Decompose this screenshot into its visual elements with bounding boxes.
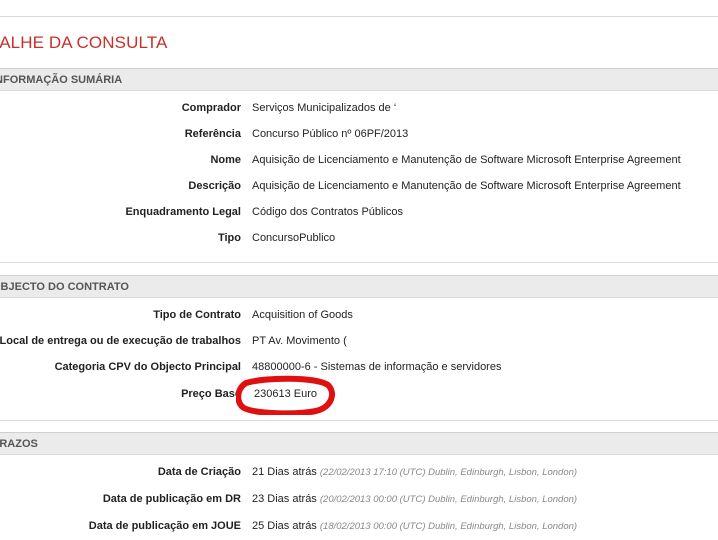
- row-label: Local de entrega ou de execução de traba…: [0, 335, 241, 347]
- detail-row-delivery-location: Local de entrega ou de execução de traba…: [0, 333, 718, 349]
- absolute-date: (20/02/2013 00:00 (UTC) Dublin, Edinburg…: [319, 494, 578, 505]
- relative-date: 25 Dias atrás: [252, 520, 317, 532]
- row-value: 25 Dias atrás (18/02/2013 00:00 (UTC) Du…: [252, 518, 577, 535]
- detail-row-name: Nome Aquisição de Licenciamento e Manute…: [0, 152, 718, 168]
- row-label: Tipo de Contrato: [153, 309, 241, 321]
- row-label: Descrição: [188, 180, 241, 192]
- row-label: Referência: [184, 128, 241, 140]
- detail-row-description: Descrição Aquisição de Licenciamento e M…: [0, 178, 718, 194]
- page-title: TALHE DA CONSULTA: [0, 33, 168, 52]
- row-label: Data de publicação em DR: [102, 493, 241, 505]
- row-label: Nome: [210, 154, 241, 166]
- row-label: Enquadramento Legal: [125, 206, 241, 218]
- section-header-summary: INFORMAÇÃO SUMÁRIA: [0, 68, 718, 91]
- row-value: Aquisição de Licenciamento e Manutenção …: [252, 154, 681, 166]
- row-value: Acquisition of Goods: [252, 309, 353, 321]
- row-label: Data de Criação: [157, 466, 241, 478]
- section-divider: [0, 262, 718, 263]
- detail-row-joue-publication: Data de publicação em JOUE 25 Dias atrás…: [0, 518, 718, 534]
- row-label: Data de publicação em JOUE: [88, 520, 241, 532]
- section-title-summary: INFORMAÇÃO SUMÁRIA: [0, 74, 123, 86]
- detail-row-type: Tipo ConcursoPublico: [0, 230, 718, 246]
- detail-row-contract-type: Tipo de Contrato Acquisition of Goods: [0, 307, 718, 323]
- row-value: 23 Dias atrás (20/02/2013 00:00 (UTC) Du…: [252, 491, 577, 508]
- row-value: 21 Dias atrás (22/02/2013 17:10 (UTC) Du…: [252, 464, 577, 481]
- detail-row-creation-date: Data de Criação 21 Dias atrás (22/02/201…: [0, 464, 718, 480]
- row-value: Concurso Público nº 06PF/2013: [252, 128, 409, 140]
- absolute-date: (18/02/2013 00:00 (UTC) Dublin, Edinburg…: [319, 521, 578, 532]
- detail-row-cpv-category: Categoria CPV do Objecto Principal 48800…: [0, 359, 718, 375]
- detail-row-reference: Referência Concurso Público nº 06PF/2013: [0, 126, 718, 142]
- detail-row-dr-publication: Data de publicação em DR 23 Dias atrás (…: [0, 491, 718, 507]
- base-price-value: 230613 Euro: [254, 388, 317, 400]
- consultation-detail-page: TALHE DA CONSULTA INFORMAÇÃO SUMÁRIA Com…: [0, 0, 718, 540]
- detail-row-legal-framework: Enquadramento Legal Código dos Contratos…: [0, 204, 718, 220]
- row-value: Aquisição de Licenciamento e Manutenção …: [252, 180, 681, 192]
- row-value: PT Av. Movimento (: [252, 335, 347, 347]
- row-label: Tipo: [217, 232, 241, 244]
- row-value: 48800000-6 - Sistemas de informação e se…: [252, 361, 502, 373]
- section-header-deadlines: PRAZOS: [0, 432, 718, 455]
- relative-date: 23 Dias atrás: [252, 493, 317, 505]
- section-title-deadlines: PRAZOS: [0, 438, 38, 450]
- detail-row-base-price: Preço Base 230613 Euro: [0, 386, 718, 402]
- relative-date: 21 Dias atrás: [252, 466, 317, 478]
- row-value: ConcursoPublico: [252, 232, 336, 244]
- section-title-contract: OBJECTO DO CONTRATO: [0, 281, 129, 293]
- row-value: Serviços Municipalizados de ‘: [252, 102, 397, 114]
- row-value: Código dos Contratos Públicos: [252, 206, 404, 218]
- row-label: Preço Base: [181, 388, 241, 400]
- section-header-contract: OBJECTO DO CONTRATO: [0, 275, 718, 298]
- row-label: Categoria CPV do Objecto Principal: [54, 361, 241, 373]
- row-label: Comprador: [181, 102, 241, 114]
- absolute-date: (22/02/2013 17:10 (UTC) Dublin, Edinburg…: [319, 467, 578, 478]
- detail-row-buyer: Comprador Serviços Municipalizados de ‘: [0, 100, 718, 116]
- top-bar: [0, 0, 718, 17]
- section-divider: [0, 420, 718, 421]
